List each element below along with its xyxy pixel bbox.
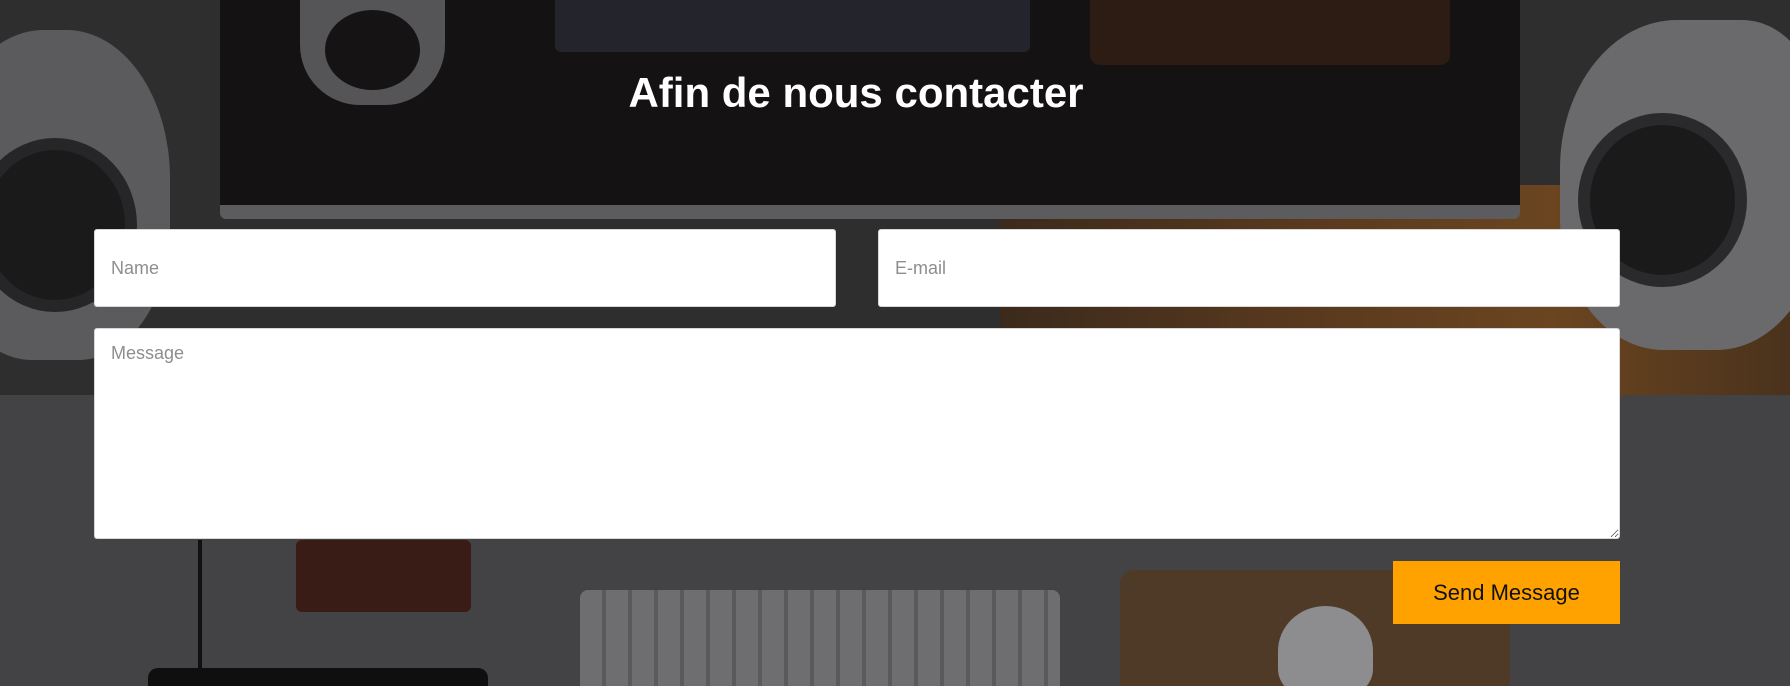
page-title: Afin de nous contacter (628, 69, 1084, 116)
name-input[interactable] (94, 229, 836, 307)
send-message-button[interactable]: Send Message (1393, 561, 1620, 624)
contact-section: Afin de nous contacter Send Message (0, 0, 1790, 686)
message-textarea[interactable] (94, 328, 1620, 539)
email-input[interactable] (878, 229, 1620, 307)
